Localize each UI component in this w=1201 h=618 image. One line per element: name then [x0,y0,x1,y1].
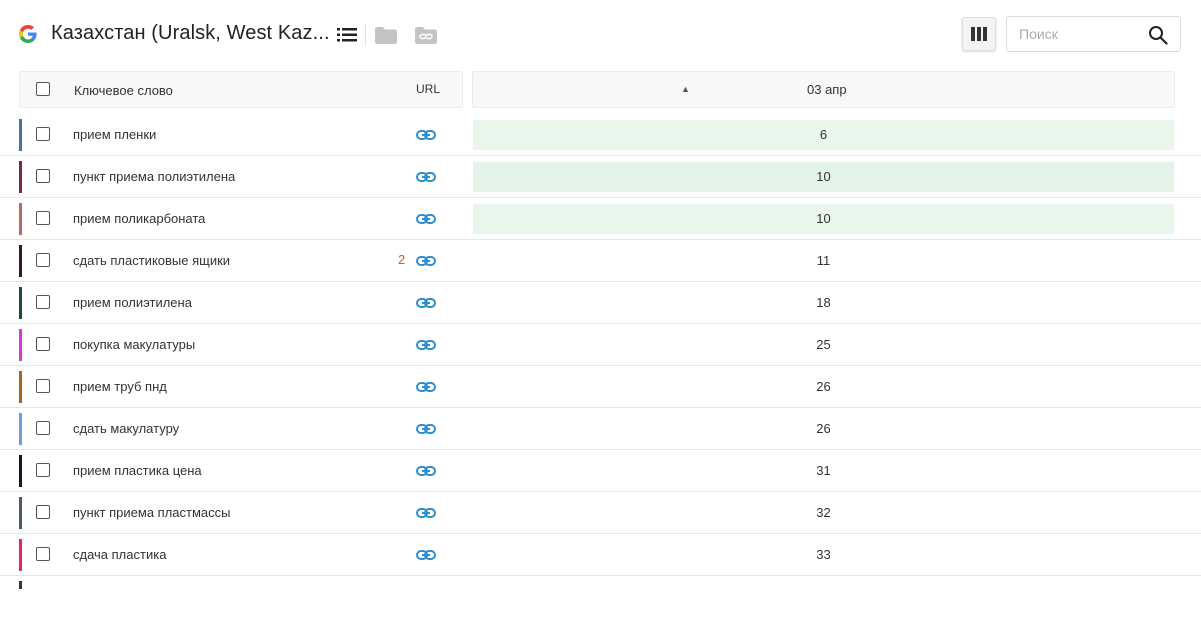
keyword-color-marker [19,539,22,571]
row-checkbox[interactable] [36,169,50,183]
position-value: 18 [816,295,831,310]
keyword-text[interactable]: пункт приема полиэтилена [73,169,235,184]
url-count: 2 [398,252,406,267]
keyword-text[interactable]: покупка макулатуры [73,337,195,352]
row-checkbox[interactable] [36,127,50,141]
keyword-color-marker [19,119,22,151]
link-icon[interactable] [416,547,436,563]
keyword-color-marker [19,245,22,277]
keyword-color-marker [19,455,22,487]
keyword-text[interactable]: прием пластика цена [73,463,202,478]
table-header-left: Ключевое слово URL [19,71,463,108]
table-row: прием полиэтилена 18 [0,282,1201,324]
link-icon[interactable] [416,253,436,269]
list-view-button[interactable] [335,24,359,46]
folder-button[interactable] [374,24,398,46]
column-header-date[interactable]: 03 апр [807,82,847,97]
table-row: пункт приема полиэтилена 10 [0,156,1201,198]
link-icon[interactable] [416,169,436,185]
folder-link-icon [415,26,437,44]
keyword-color-marker [19,497,22,529]
search-icon[interactable] [1148,25,1168,45]
keyword-text[interactable]: пункт приема пластмассы [73,505,230,520]
position-value: 11 [816,253,831,268]
link-icon[interactable] [416,211,436,227]
position-value: 10 [816,169,831,184]
keyword-color-marker [19,287,22,319]
link-icon[interactable] [416,379,436,395]
link-icon[interactable] [416,463,436,479]
google-icon [19,25,37,43]
row-checkbox[interactable] [36,505,50,519]
link-icon[interactable] [416,127,436,143]
keyword-color-marker [19,371,22,403]
position-value: 6 [819,127,828,142]
table-row: покупка макулатуры 25 [0,324,1201,366]
link-icon[interactable] [416,295,436,311]
row-checkbox[interactable] [36,211,50,225]
row-checkbox[interactable] [36,463,50,477]
link-icon[interactable] [416,505,436,521]
table-row: прием пленки 6 [0,114,1201,156]
row-checkbox[interactable] [36,253,50,267]
toolbar: Казахстан (Uralsk, West Kaz... [0,0,1201,70]
keyword-color-marker [19,581,22,589]
keyword-color-marker [19,413,22,445]
position-value: 33 [816,547,831,562]
keyword-color-marker [19,203,22,235]
folder-icon [375,26,397,44]
table-row: прием поликарбоната 10 [0,198,1201,240]
position-value: 32 [816,505,831,520]
list-icon [337,28,357,42]
search-box [1006,16,1181,52]
folder-link-button[interactable] [414,24,438,46]
columns-button[interactable] [962,17,996,51]
keyword-color-marker [19,329,22,361]
keyword-text[interactable]: прием пленки [73,127,156,142]
table-row: сдать пластиковые ящики 2 11 [0,240,1201,282]
row-checkbox[interactable] [36,337,50,351]
toolbar-divider [365,24,366,46]
keyword-text[interactable]: прием поликарбоната [73,211,205,226]
sort-asc-icon[interactable]: ▲ [681,84,690,94]
position-value: 26 [816,379,831,394]
column-header-url[interactable]: URL [416,82,440,96]
table-row: прием пластика цена 31 [0,450,1201,492]
keyword-text[interactable]: сдать макулатуру [73,421,179,436]
table-row: пункт приема пластмассы 32 [0,492,1201,534]
columns-icon [971,27,987,41]
link-icon[interactable] [416,337,436,353]
keyword-text[interactable]: прием полиэтилена [73,295,192,310]
table-row-partial [0,576,1201,618]
select-all-checkbox[interactable] [36,82,50,96]
keyword-text[interactable]: прием труб пнд [73,379,167,394]
keyword-color-marker [19,161,22,193]
table-row: прием труб пнд 26 [0,366,1201,408]
table-row: сдать макулатуру 26 [0,408,1201,450]
row-checkbox[interactable] [36,547,50,561]
table-header-right: ▲ 03 апр [472,71,1175,108]
row-checkbox[interactable] [36,421,50,435]
position-value: 10 [816,211,831,226]
link-icon[interactable] [416,421,436,437]
row-checkbox[interactable] [36,295,50,309]
position-value: 25 [816,337,831,352]
keyword-text[interactable]: сдать пластиковые ящики [73,253,230,268]
position-value: 31 [816,463,831,478]
keyword-text[interactable]: сдача пластика [73,547,166,562]
column-header-keyword[interactable]: Ключевое слово [74,83,173,98]
page-title: Казахстан (Uralsk, West Kaz... [51,22,330,44]
row-checkbox[interactable] [36,379,50,393]
table-row: сдача пластика 33 [0,534,1201,576]
position-value: 26 [816,421,831,436]
search-input[interactable] [1019,25,1139,43]
